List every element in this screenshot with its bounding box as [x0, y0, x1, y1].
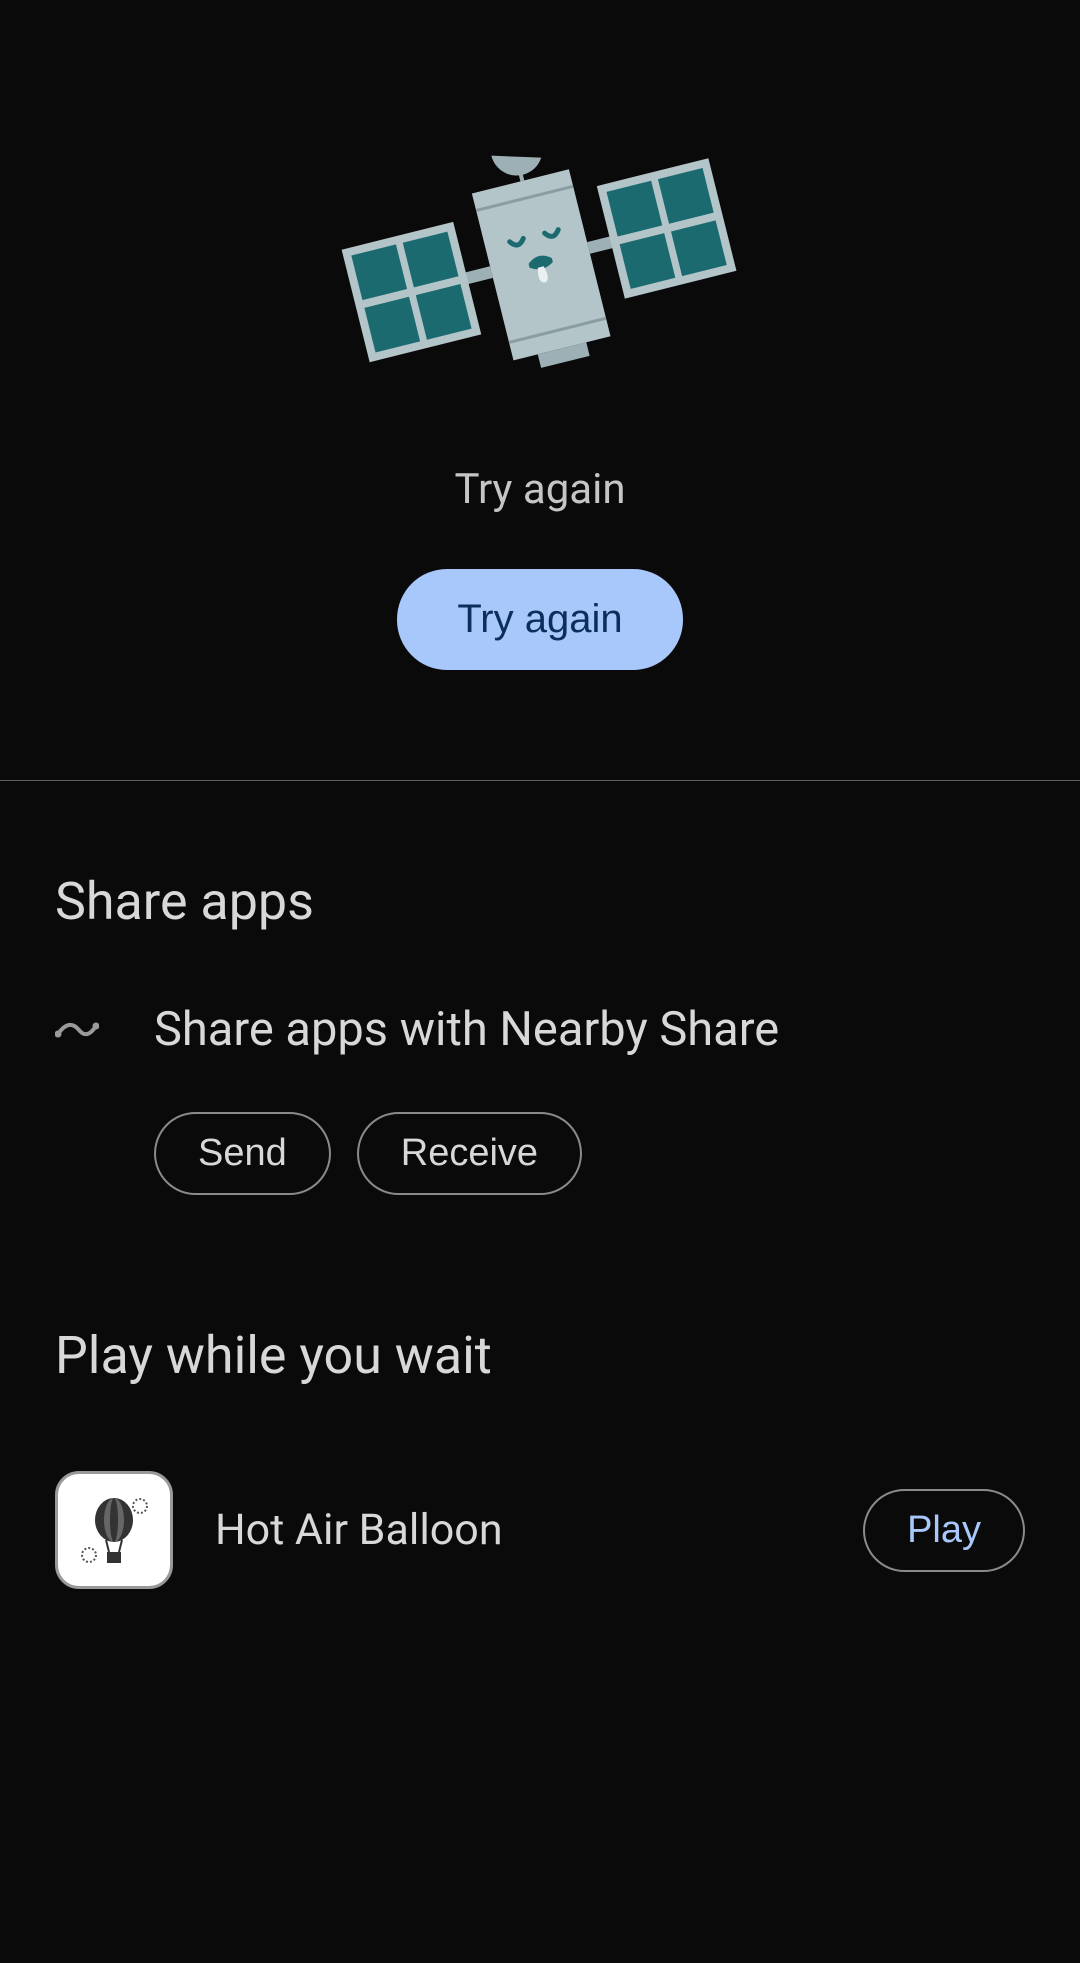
nearby-share-row: Share apps with Nearby Share Send Receiv…: [55, 1002, 1025, 1195]
send-button[interactable]: Send: [154, 1112, 331, 1195]
satellite-illustration: [315, 100, 765, 420]
nearby-content: Share apps with Nearby Share Send Receiv…: [154, 1002, 1025, 1195]
try-again-button[interactable]: Try again: [397, 569, 682, 670]
hot-air-balloon-icon: [55, 1471, 173, 1589]
receive-button[interactable]: Receive: [357, 1112, 582, 1195]
share-button-row: Send Receive: [154, 1112, 1025, 1195]
nearby-share-icon: [55, 1014, 99, 1048]
share-section-title: Share apps: [55, 871, 1025, 932]
play-section-title: Play while you wait: [55, 1325, 1025, 1386]
share-apps-section: Share apps Share apps with Nearby Share …: [0, 781, 1080, 1225]
error-message: Try again: [454, 465, 625, 514]
nearby-share-text: Share apps with Nearby Share: [154, 1002, 1025, 1057]
game-row: Hot Air Balloon Play: [55, 1471, 1025, 1589]
play-while-wait-section: Play while you wait Hot Air Balloon Play: [0, 1225, 1080, 1619]
game-title: Hot Air Balloon: [215, 1505, 821, 1555]
error-section: Try again Try again: [0, 0, 1080, 770]
play-button[interactable]: Play: [863, 1489, 1025, 1572]
